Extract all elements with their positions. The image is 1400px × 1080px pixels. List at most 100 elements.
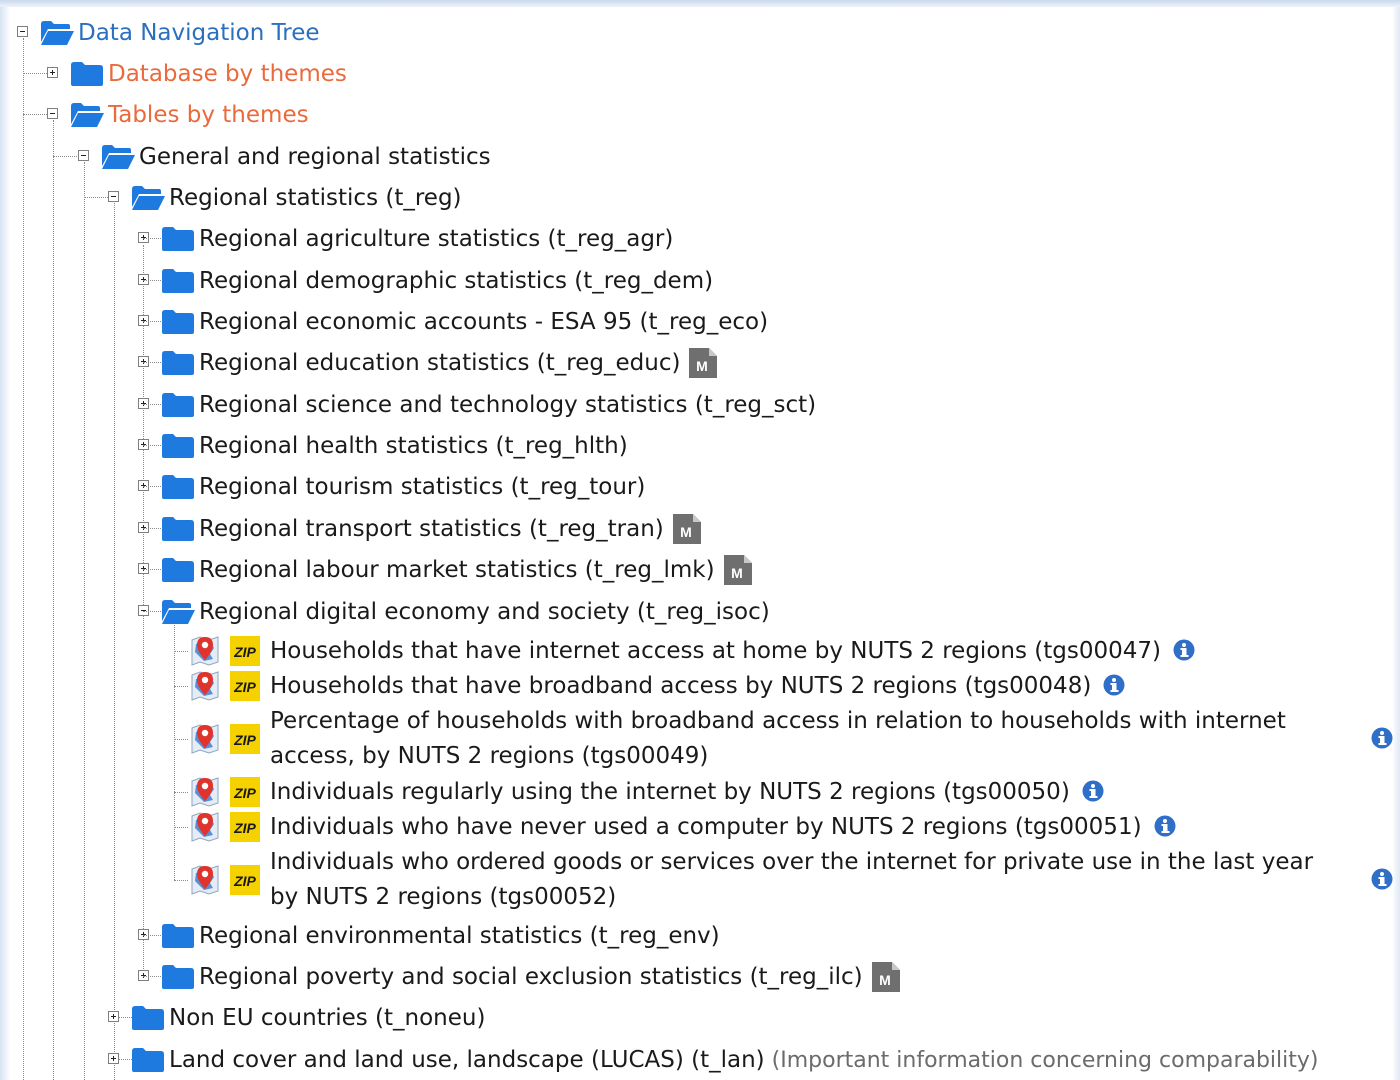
map-icon[interactable] xyxy=(189,810,221,844)
tree-branch-line xyxy=(143,569,161,570)
tree-node-non-eu[interactable]: Non EU countries (t_noneu) xyxy=(131,1001,485,1035)
dataset-link[interactable]: Households that have broadband access by… xyxy=(270,669,1125,704)
info-icon[interactable] xyxy=(1103,674,1125,696)
tree-node-label[interactable]: Regional science and technology statisti… xyxy=(199,390,816,420)
tree-guide-line xyxy=(114,203,115,1080)
tree-node-regional-transport-statistics[interactable]: Regional transport statistics (t_reg_tra… xyxy=(161,512,702,546)
tree-node-root[interactable]: Data Navigation Tree xyxy=(40,16,320,50)
tree-node-label[interactable]: General and regional statistics xyxy=(139,142,491,172)
folder-open-icon xyxy=(161,599,195,625)
zip-download-icon[interactable] xyxy=(230,812,260,842)
folder-icon xyxy=(161,923,195,949)
tree-branch-line xyxy=(143,611,161,612)
tree-node-label[interactable]: Data Navigation Tree xyxy=(78,18,320,48)
tree-node-label[interactable]: Regional demographic statistics (t_reg_d… xyxy=(199,266,713,296)
tree-branch-line xyxy=(23,73,47,74)
tree-node-label[interactable]: Regional labour market statistics (t_reg… xyxy=(199,555,715,585)
dataset-link[interactable]: Individuals who have never used a comput… xyxy=(270,810,1176,845)
map-icon[interactable] xyxy=(189,669,221,703)
tree-node-label[interactable]: Regional tourism statistics (t_reg_tour) xyxy=(199,472,645,502)
tree-node-regional-economic-accounts-esa-95[interactable]: Regional economic accounts - ESA 95 (t_r… xyxy=(161,305,768,339)
zip-download-icon[interactable] xyxy=(230,865,260,895)
collapse-toggle-regional-statistics[interactable] xyxy=(108,191,119,202)
expand-toggle-lucas[interactable] xyxy=(108,1053,119,1064)
tree-guide-line xyxy=(53,120,54,1080)
tree-node-label[interactable]: Regional agriculture statistics (t_reg_a… xyxy=(199,224,673,254)
tree-node-digital-economy[interactable]: Regional digital economy and society (t_… xyxy=(161,595,770,629)
tree-guide-line xyxy=(174,618,175,880)
zip-download-icon[interactable] xyxy=(230,636,260,666)
tree-node-general-regional[interactable]: General and regional statistics xyxy=(101,140,491,174)
tree-node-regional-statistics[interactable]: Regional statistics (t_reg) xyxy=(131,181,462,215)
dataset-title[interactable]: Individuals who have never used a comput… xyxy=(270,814,1142,840)
folder-icon xyxy=(161,516,195,542)
folder-icon xyxy=(161,392,195,418)
dataset-title[interactable]: Percentage of households with broadband … xyxy=(270,708,1286,769)
tree-node-label[interactable]: Database by themes xyxy=(108,59,347,89)
dataset-link[interactable]: Households that have internet access at … xyxy=(270,634,1195,669)
tree-node-lucas[interactable]: Land cover and land use, landscape (LUCA… xyxy=(131,1043,1319,1077)
tree-node-regional-education-statistics[interactable]: Regional education statistics (t_reg_edu… xyxy=(161,346,718,380)
tree-node-label[interactable]: Regional statistics (t_reg) xyxy=(169,183,462,213)
tree-guide-line xyxy=(23,38,24,1080)
metadata-icon[interactable] xyxy=(688,347,718,379)
info-icon[interactable] xyxy=(1173,639,1195,661)
expand-toggle-non-eu[interactable] xyxy=(108,1011,119,1022)
metadata-icon[interactable] xyxy=(871,961,901,993)
tree-node-label[interactable]: Non EU countries (t_noneu) xyxy=(169,1003,485,1033)
tree-node-label[interactable]: Regional digital economy and society (t_… xyxy=(199,597,770,627)
folder-open-icon xyxy=(131,185,165,211)
info-icon[interactable] xyxy=(1082,780,1104,802)
tree-node-regional-demographic-statistics[interactable]: Regional demographic statistics (t_reg_d… xyxy=(161,264,713,298)
map-icon[interactable] xyxy=(189,722,221,756)
tree-node-regional-poverty-and-social-exclusion-statistics[interactable]: Regional poverty and social exclusion st… xyxy=(161,960,901,994)
dataset-title[interactable]: Households that have broadband access by… xyxy=(270,673,1091,699)
dataset-link[interactable]: Individuals who ordered goods or service… xyxy=(270,845,1345,915)
dataset-link[interactable]: Individuals regularly using the internet… xyxy=(270,775,1104,810)
tree-node-regional-science-and-technology-statistics[interactable]: Regional science and technology statisti… xyxy=(161,388,816,422)
map-icon[interactable] xyxy=(189,775,221,809)
collapse-toggle-root[interactable] xyxy=(17,26,28,37)
collapse-toggle-tables-by-themes[interactable] xyxy=(47,108,58,119)
map-icon[interactable] xyxy=(189,634,221,668)
dataset-title[interactable]: Individuals who ordered goods or service… xyxy=(270,849,1313,910)
tree-node-label[interactable]: Regional transport statistics (t_reg_tra… xyxy=(199,514,664,544)
comparability-note-link[interactable]: (Important information concerning compar… xyxy=(772,1048,1319,1073)
tree-node-label[interactable]: Regional health statistics (t_reg_hlth) xyxy=(199,431,628,461)
folder-icon xyxy=(161,474,195,500)
zip-download-icon[interactable] xyxy=(230,777,260,807)
zip-download-icon[interactable] xyxy=(230,724,260,754)
tree-node-regional-health-statistics[interactable]: Regional health statistics (t_reg_hlth) xyxy=(161,429,628,463)
dataset-title[interactable]: Individuals regularly using the internet… xyxy=(270,779,1070,805)
folder-open-icon xyxy=(101,144,135,170)
zip-download-icon[interactable] xyxy=(230,671,260,701)
tree-node-regional-tourism-statistics[interactable]: Regional tourism statistics (t_reg_tour) xyxy=(161,470,645,504)
tree-branch-line xyxy=(143,280,161,281)
metadata-icon[interactable] xyxy=(723,554,753,586)
dataset-link[interactable]: Percentage of households with broadband … xyxy=(270,704,1290,774)
tree-node-regional-labour-market-statistics[interactable]: Regional labour market statistics (t_reg… xyxy=(161,553,753,587)
tree-node-label[interactable]: Regional economic accounts - ESA 95 (t_r… xyxy=(199,307,768,337)
tree-branch-line xyxy=(174,651,188,652)
expand-toggle-database-by-themes[interactable] xyxy=(47,67,58,78)
folder-icon xyxy=(161,268,195,294)
tree-guide-line xyxy=(84,162,85,1080)
dataset-title[interactable]: Households that have internet access at … xyxy=(270,638,1161,664)
tree-node-tables-by-themes[interactable]: Tables by themes xyxy=(70,98,309,132)
tree-branch-line xyxy=(84,197,108,198)
tree-branch-line xyxy=(143,362,161,363)
info-icon[interactable] xyxy=(1154,815,1176,837)
tree-node-label[interactable]: Regional poverty and social exclusion st… xyxy=(199,962,863,992)
info-icon[interactable] xyxy=(1371,727,1393,749)
metadata-icon[interactable] xyxy=(672,513,702,545)
tree-node-regional-agriculture-statistics[interactable]: Regional agriculture statistics (t_reg_a… xyxy=(161,222,673,256)
tree-node-label[interactable]: Land cover and land use, landscape (LUCA… xyxy=(169,1045,765,1075)
map-icon[interactable] xyxy=(189,863,221,897)
tree-node-label[interactable]: Tables by themes xyxy=(108,100,309,130)
tree-node-database-by-themes[interactable]: Database by themes xyxy=(70,57,347,91)
info-icon[interactable] xyxy=(1371,868,1393,890)
tree-node-regional-environmental-statistics[interactable]: Regional environmental statistics (t_reg… xyxy=(161,919,720,953)
tree-node-label[interactable]: Regional environmental statistics (t_reg… xyxy=(199,921,720,951)
tree-node-label[interactable]: Regional education statistics (t_reg_edu… xyxy=(199,348,680,378)
collapse-toggle-general-regional[interactable] xyxy=(78,150,89,161)
